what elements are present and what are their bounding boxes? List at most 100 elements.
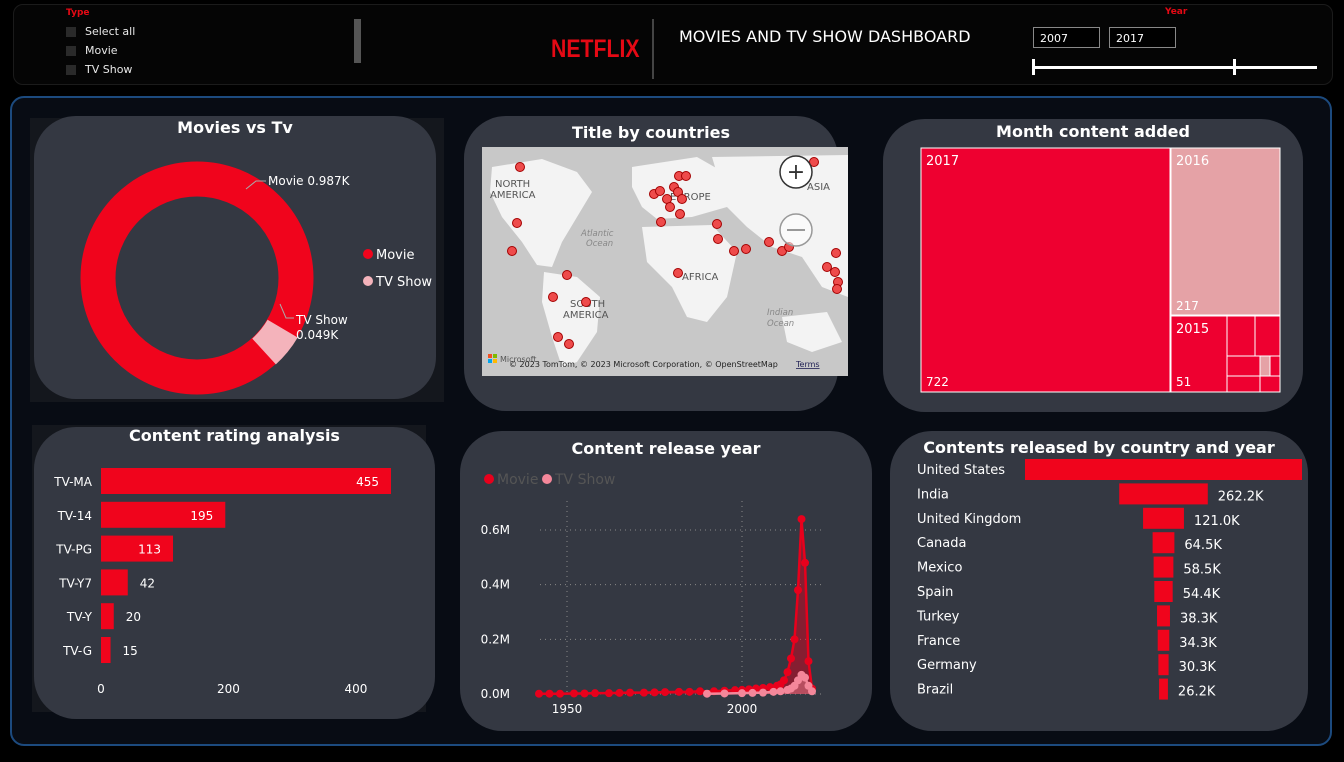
panel-title: Title by countries (571, 123, 731, 142)
bar-tv-ma (101, 468, 391, 494)
point-movie (591, 689, 599, 698)
point-movie (545, 689, 554, 698)
tile-2017[interactable] (920, 147, 1171, 393)
map-point (673, 268, 683, 278)
map-label: Ocean (586, 239, 613, 249)
map-attribution[interactable]: © 2023 TomTom, © 2023 Microsoft Corporat… (509, 360, 778, 369)
bar-spain (1154, 581, 1173, 602)
category-label: Turkey (916, 609, 960, 624)
tile-small[interactable] (1226, 375, 1261, 393)
legend-marker-movie (363, 249, 373, 259)
world-map[interactable]: NORTH AMERICA EUROPE ASIA AFRICA SOUTH A… (482, 147, 848, 376)
point-movie (640, 688, 648, 697)
point-movie (797, 515, 806, 524)
legend-label-movie[interactable]: Movie (376, 248, 414, 263)
bar-mexico (1153, 556, 1174, 578)
year-start-input[interactable]: 2007 (1033, 27, 1100, 48)
tile-small[interactable] (1226, 315, 1256, 357)
slicer-scrollbar[interactable] (354, 19, 361, 63)
category-label: India (917, 487, 949, 502)
map-point (553, 332, 563, 342)
map-label: Indian (767, 308, 793, 318)
title-by-countries-panel[interactable]: Title by countries NORTH AMERICA EUROPE … (464, 116, 848, 411)
category-label: United Kingdom (917, 512, 1021, 527)
type-option-select-all[interactable]: Select all (66, 25, 135, 38)
year-end-input[interactable]: 2017 (1109, 27, 1176, 48)
category-label: Germany (917, 658, 977, 673)
data-label: 195 (190, 509, 213, 523)
point-movie (780, 676, 788, 685)
tile-value: 51 (1176, 375, 1191, 389)
point-movie (535, 689, 543, 698)
tile-small[interactable] (1226, 355, 1261, 377)
type-option-tv-show[interactable]: TV Show (66, 63, 132, 76)
tile-value: 722 (926, 375, 949, 389)
tick-label: 0 (97, 682, 105, 696)
bar-tv-g (101, 637, 111, 663)
legend-marker-movie (484, 474, 494, 484)
year-slider-track[interactable] (1033, 66, 1317, 69)
year-slider-end-handle[interactable] (1233, 59, 1236, 75)
release-line-chart: Movie TV Show 0.0M 0.2M 0.4M 0.6M 1950 2000 (481, 472, 822, 716)
map-point (507, 246, 517, 256)
point-tv-show (748, 688, 757, 697)
data-label: 262.2K (1218, 489, 1264, 504)
y-tick-label: 0.4M (481, 578, 510, 592)
tile-small[interactable] (1269, 355, 1281, 377)
bar-tv-y (101, 603, 114, 630)
legend-label-tv-show[interactable]: TV Show (375, 275, 432, 290)
content-release-year-panel[interactable]: Content release year Movie TV Show 0.0M 0.2… (460, 431, 872, 731)
tile-small[interactable] (1254, 315, 1281, 357)
country-bar-chart: United States India 262.2K United Kingdom 12… (916, 459, 1302, 700)
data-label: 64.5K (1184, 538, 1222, 553)
data-label: 15 (123, 644, 138, 658)
map-point (581, 297, 591, 307)
point-movie (661, 688, 669, 697)
tile-small[interactable] (1259, 355, 1271, 377)
checkbox-icon[interactable] (66, 26, 76, 37)
map-point (830, 267, 840, 277)
donut-label-movie: Movie 0.987K (268, 174, 351, 188)
bar-united-kingdom (1143, 507, 1184, 529)
treemap-chart: 2017 722 2016 217 2015 51 (920, 147, 1281, 393)
category-label: TV-MA (53, 475, 93, 489)
data-label: 20 (126, 610, 141, 624)
content-rating-panel[interactable]: Content rating analysis TV-MA 455 TV-14 195… (34, 426, 435, 719)
data-label: 58.5K (1183, 563, 1221, 578)
donut-chart: Movie 0.987K TV Show 0.049K Movie TV Sho… (80, 161, 432, 395)
year-slider-start-handle[interactable] (1032, 59, 1035, 75)
type-option-movie[interactable]: Movie (66, 44, 118, 57)
terms-link[interactable]: Terms (795, 360, 820, 369)
checkbox-icon[interactable] (66, 45, 76, 56)
year-slicer-label: Year (1165, 7, 1188, 17)
tile-2016[interactable] (1170, 147, 1281, 316)
movies-vs-tv-panel[interactable]: Movies vs Tv Movie 0.987K TV Show 0.049K… (34, 116, 436, 399)
category-label: TV-G (62, 644, 92, 658)
bar-india (1119, 483, 1208, 505)
header-bar: Type Select all Movie TV Show NETFLIX MO… (13, 4, 1333, 85)
map-point (512, 218, 522, 228)
contents-by-country-panel[interactable]: Contents released by country and year Un… (890, 431, 1308, 731)
line-movie (539, 518, 814, 695)
point-tv-show (808, 687, 816, 696)
netflix-logo: NETFLIX (551, 35, 640, 63)
header-divider (652, 19, 654, 79)
point-movie (787, 654, 795, 663)
microsoft-logo-icon-part (493, 359, 497, 363)
tile-small[interactable] (1259, 375, 1281, 393)
map-point (677, 194, 687, 204)
category-label: Spain (917, 585, 953, 600)
minus-glyph (787, 229, 805, 231)
map-point (655, 186, 665, 196)
map-point (675, 209, 685, 219)
point-movie (685, 687, 694, 696)
checkbox-icon[interactable] (66, 64, 76, 75)
map-label: AMERICA (563, 310, 609, 321)
data-label: 26.2K (1178, 685, 1216, 700)
data-label: 30.3K (1179, 660, 1217, 675)
month-content-added-panel[interactable]: Month content added 2017 722 2016 217 20… (883, 119, 1303, 412)
option-label: TV Show (85, 63, 133, 76)
category-label: Mexico (917, 561, 962, 576)
category-label: Brazil (917, 683, 953, 698)
bar-france (1157, 629, 1170, 651)
